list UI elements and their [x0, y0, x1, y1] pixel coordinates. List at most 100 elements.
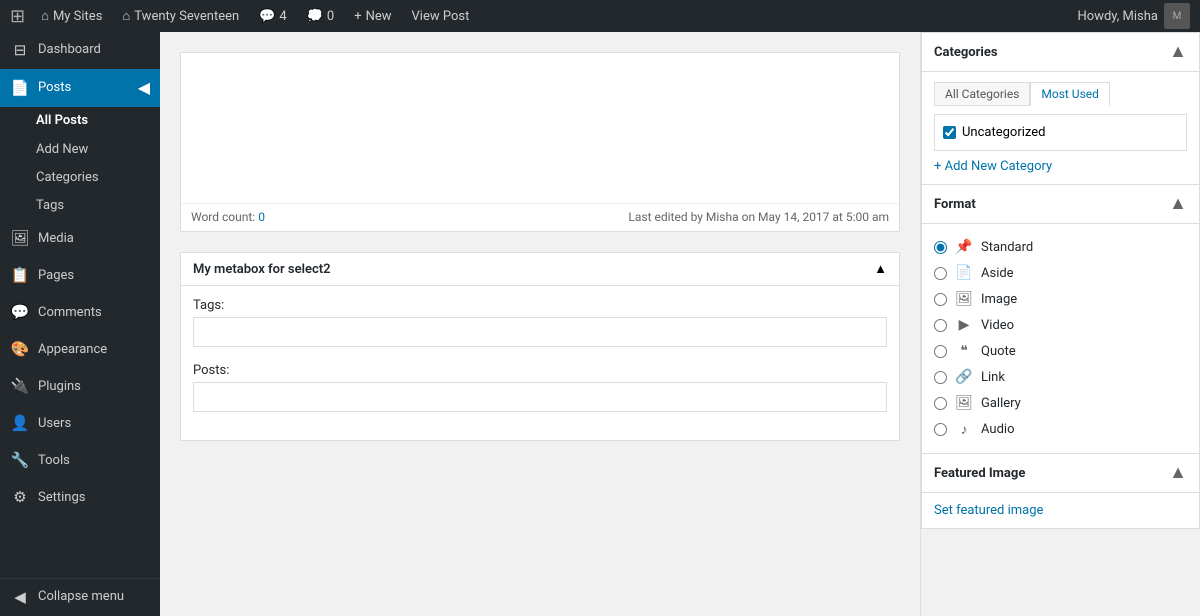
categories-panel-header[interactable]: Categories ▲: [922, 33, 1199, 72]
view-post-label: View Post: [412, 9, 470, 24]
format-label-standard: Standard: [981, 240, 1033, 255]
sidebar-item-users[interactable]: 👤 Users: [0, 405, 160, 442]
format-radio-audio[interactable]: [934, 423, 947, 436]
format-option-gallery: 🖼 Gallery: [934, 390, 1187, 416]
metabox-body: Tags: Posts:: [181, 286, 899, 440]
collapse-menu-button[interactable]: ◀ Collapse menu: [0, 579, 160, 616]
comments-count[interactable]: 💬 4: [251, 0, 295, 32]
sidebar-item-label: Comments: [38, 304, 102, 322]
plus-icon: +: [354, 9, 361, 24]
metabox-select2: My metabox for select2 ▲ Tags: Posts:: [180, 252, 900, 441]
bubbles-number: 0: [327, 9, 334, 24]
sidebar-item-posts[interactable]: 📄 Posts ◀: [0, 69, 160, 107]
audio-icon: ♪: [955, 421, 973, 438]
pages-icon: 📋: [10, 265, 30, 286]
add-new-category-link[interactable]: + Add New Category: [934, 159, 1187, 174]
tab-most-used[interactable]: Most Used: [1030, 82, 1110, 106]
sidebar-item-add-new[interactable]: Add New: [36, 136, 160, 164]
metabox-toggle-icon[interactable]: ▲: [874, 261, 887, 277]
format-radio-video[interactable]: [934, 319, 947, 332]
sidebar-item-appearance[interactable]: 🎨 Appearance: [0, 331, 160, 368]
users-icon: 👤: [10, 413, 30, 434]
video-icon: ▶: [955, 317, 973, 333]
sidebar-item-media[interactable]: 🖼 Media: [0, 220, 160, 257]
site-name-menu[interactable]: ⌂ Twenty Seventeen: [114, 0, 247, 32]
image-icon: 🖼: [955, 291, 973, 307]
my-sites-menu[interactable]: ⌂ My Sites: [33, 0, 110, 32]
tags-input[interactable]: [193, 317, 887, 347]
format-option-quote: ❝ Quote: [934, 338, 1187, 364]
format-radio-standard[interactable]: [934, 241, 947, 254]
word-count-value: 0: [258, 210, 265, 224]
editor-box: Word count: 0 Last edited by Misha on Ma…: [180, 52, 900, 232]
categories-toggle-icon[interactable]: ▲: [1169, 43, 1187, 61]
content-area: Word count: 0 Last edited by Misha on Ma…: [160, 32, 1200, 616]
format-option-link: 🔗 Link: [934, 364, 1187, 390]
format-label-audio: Audio: [981, 422, 1014, 437]
last-edited-text: Last edited by Misha on May 14, 2017 at …: [628, 210, 889, 224]
format-option-audio: ♪ Audio: [934, 416, 1187, 443]
sidebar-item-label: Appearance: [38, 341, 107, 359]
format-radio-image[interactable]: [934, 293, 947, 306]
right-sidebar: Categories ▲ All Categories Most Used: [920, 32, 1200, 616]
add-new-label: Add New: [36, 141, 88, 159]
wp-logo[interactable]: ⊞: [10, 6, 25, 27]
sidebar-item-label: Tools: [38, 452, 70, 470]
sidebar-item-label: Plugins: [38, 378, 81, 396]
format-panel-body: 📌 Standard 📄 Aside 🖼 Image: [922, 224, 1199, 453]
appearance-icon: 🎨: [10, 339, 30, 360]
adminbar-right: Howdy, Misha M: [1078, 3, 1191, 29]
format-panel-header[interactable]: Format ▲: [922, 185, 1199, 224]
sidebar-item-tools[interactable]: 🔧 Tools: [0, 442, 160, 479]
editor-main: Word count: 0 Last edited by Misha on Ma…: [160, 32, 920, 616]
featured-image-panel-header[interactable]: Featured Image ▲: [922, 454, 1199, 493]
sidebar-item-categories[interactable]: Categories: [36, 164, 160, 192]
format-label-aside: Aside: [981, 266, 1014, 281]
featured-image-title: Featured Image: [934, 466, 1025, 481]
sidebar-item-comments[interactable]: 💬 Comments: [0, 294, 160, 331]
format-toggle-icon[interactable]: ▲: [1169, 195, 1187, 213]
categories-label: Categories: [36, 169, 99, 187]
uncategorized-checkbox[interactable]: [943, 126, 956, 139]
bubbles-count[interactable]: 💭 0: [299, 0, 343, 32]
user-menu[interactable]: Howdy, Misha M: [1078, 3, 1191, 29]
admin-bar: ⊞ ⌂ My Sites ⌂ Twenty Seventeen 💬 4 💭 0 …: [0, 0, 1200, 32]
format-panel-title: Format: [934, 197, 976, 212]
format-option-video: ▶ Video: [934, 312, 1187, 338]
posts-label: Posts:: [193, 363, 887, 378]
sidebar-item-settings[interactable]: ⚙ Settings: [0, 479, 160, 516]
sidebar-item-all-posts[interactable]: All Posts: [36, 107, 160, 135]
tab-all-categories[interactable]: All Categories: [934, 82, 1030, 106]
categories-list: Uncategorized: [934, 114, 1187, 151]
posts-input[interactable]: [193, 382, 887, 412]
new-menu[interactable]: + New: [346, 0, 399, 32]
sidebar-item-dashboard[interactable]: ⊟ Dashboard: [0, 32, 160, 69]
editor-content[interactable]: [181, 53, 899, 203]
posts-field: Posts:: [193, 363, 887, 412]
metabox-title: My metabox for select2: [193, 262, 331, 277]
main-layout: ⊟ Dashboard 📄 Posts ◀ All Posts Add New …: [0, 32, 1200, 616]
format-radio-gallery[interactable]: [934, 397, 947, 410]
comments-icon: 💬: [259, 9, 275, 24]
format-radio-quote[interactable]: [934, 345, 947, 358]
sidebar-item-label: Media: [38, 230, 74, 248]
sidebar-item-plugins[interactable]: 🔌 Plugins: [0, 368, 160, 405]
all-posts-label: All Posts: [36, 112, 88, 130]
word-count-label: Word count:: [191, 210, 255, 224]
set-featured-image-link[interactable]: Set featured image: [934, 503, 1043, 518]
word-count-text: Word count: 0: [191, 210, 265, 224]
sidebar-item-tags[interactable]: Tags: [36, 192, 160, 220]
format-radio-link[interactable]: [934, 371, 947, 384]
category-item: Uncategorized: [943, 123, 1178, 142]
sidebar-item-pages[interactable]: 📋 Pages: [0, 257, 160, 294]
gallery-icon: 🖼: [955, 395, 973, 411]
format-radio-aside[interactable]: [934, 267, 947, 280]
uncategorized-label: Uncategorized: [962, 125, 1045, 140]
metabox-header[interactable]: My metabox for select2 ▲: [181, 253, 899, 286]
featured-image-toggle-icon[interactable]: ▲: [1169, 464, 1187, 482]
sidebar-item-label: Dashboard: [38, 41, 101, 59]
quote-icon: ❝: [955, 343, 973, 359]
aside-icon: 📄: [955, 265, 973, 281]
sidebar: ⊟ Dashboard 📄 Posts ◀ All Posts Add New …: [0, 32, 160, 616]
view-post-link[interactable]: View Post: [404, 0, 478, 32]
